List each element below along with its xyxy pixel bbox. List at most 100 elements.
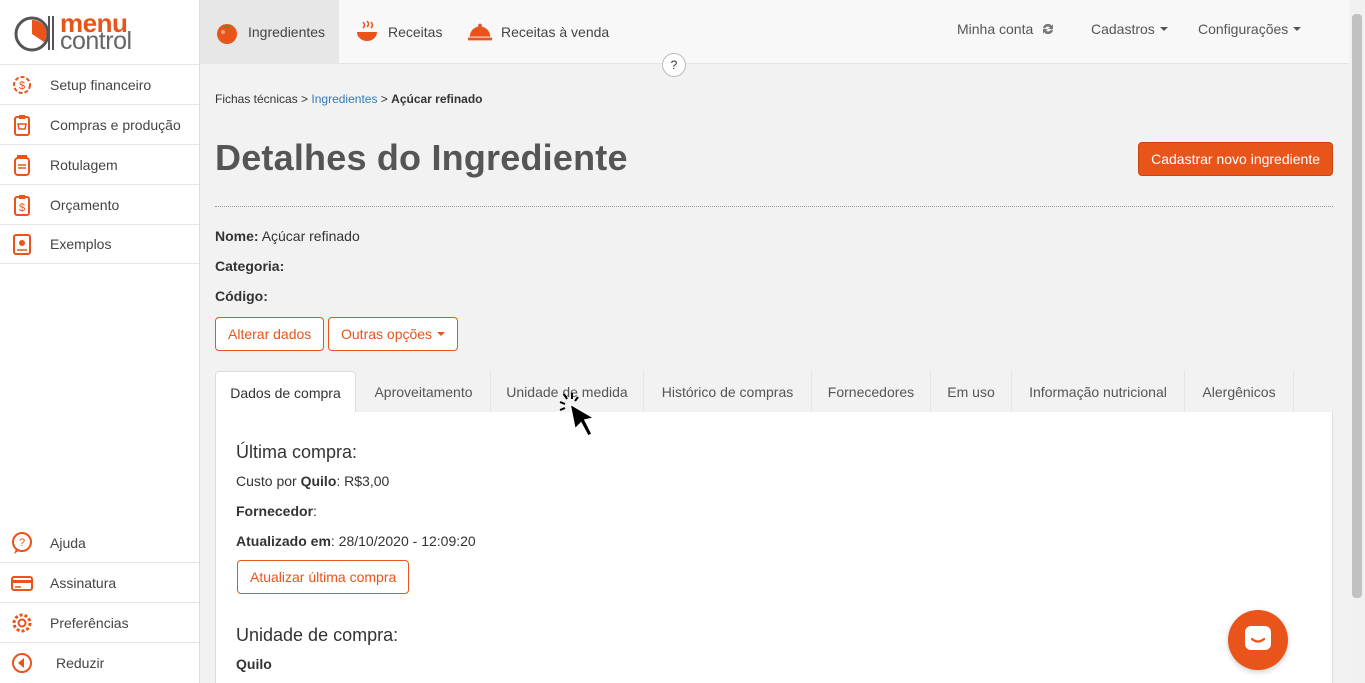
updated-row: Atualizado em: 28/10/2020 - 12:09:20 <box>236 533 476 549</box>
other-options-button[interactable]: Outras opções <box>328 317 459 351</box>
tab-dados-compra[interactable]: Dados de compra <box>215 371 356 414</box>
purchase-unit-title: Unidade de compra: <box>236 625 399 645</box>
nav-tab-receitas-venda[interactable]: Receitas à venda <box>467 0 609 64</box>
logo-text-control: control <box>60 27 132 55</box>
field-code-label: Código: <box>215 288 268 304</box>
last-purchase-title: Última compra: <box>236 442 358 462</box>
breadcrumb-separator: > <box>301 92 309 106</box>
breadcrumb-root[interactable]: Fichas técnicas <box>215 92 298 106</box>
tab-alergenicos[interactable]: Alergênicos <box>1185 371 1294 413</box>
logo-mark-icon <box>14 12 54 52</box>
sidebar-item-rotulagem[interactable]: Rotulagem <box>0 144 199 184</box>
cost-value: : R$3,00 <box>336 473 390 489</box>
new-ingredient-button[interactable]: Cadastrar novo ingrediente <box>1138 142 1333 176</box>
shopping-clipboard-icon <box>10 113 34 137</box>
svg-text:$: $ <box>19 202 25 214</box>
tab-aproveitamento[interactable]: Aproveitamento <box>357 371 491 413</box>
chat-icon <box>1243 624 1273 657</box>
sidebar-item-label: Orçamento <box>50 196 120 213</box>
cooking-pot-icon <box>354 19 380 45</box>
main-content: Fichas técnicas > Ingredientes > Açúcar … <box>215 65 1333 683</box>
nav-tab-ingredientes[interactable]: Ingredientes <box>200 0 339 64</box>
chevron-down-icon <box>1159 27 1168 31</box>
sidebar: menu control $ Setup financeiro Compras … <box>0 0 200 683</box>
edit-data-button[interactable]: Alterar dados <box>215 317 325 351</box>
other-options-label: Outras opções <box>341 326 433 342</box>
credit-card-icon <box>10 571 34 595</box>
tab-em-uso[interactable]: Em uso <box>931 371 1012 413</box>
supplier-label: Fornecedor <box>236 503 314 519</box>
gear-icon <box>10 611 34 635</box>
cost-row: Custo por Quilo: R$3,00 <box>236 473 389 489</box>
field-category-label: Categoria: <box>215 258 285 274</box>
label-jar-icon <box>10 153 34 177</box>
field-name-label: Nome: <box>215 228 259 244</box>
nav-tab-label: Receitas <box>388 24 443 40</box>
supplier-row: Fornecedor: <box>236 503 317 519</box>
svg-text:$: $ <box>19 80 25 92</box>
configuracoes-label: Configurações <box>1198 21 1289 37</box>
sidebar-item-ajuda[interactable]: ? Ajuda <box>0 523 199 563</box>
cadastros-dropdown[interactable]: Cadastros <box>1091 0 1168 58</box>
supplier-suffix: : <box>313 503 317 519</box>
app-root: menu control $ Setup financeiro Compras … <box>0 0 1365 683</box>
purchase-unit-value: Quilo <box>236 656 272 672</box>
account-menu[interactable]: Minha conta <box>957 0 1056 58</box>
scrollbar-thumb[interactable] <box>1352 14 1362 598</box>
updated-label: Atualizado em <box>236 533 331 549</box>
sidebar-item-label: Exemplos <box>50 236 112 252</box>
chevron-down-icon <box>1293 27 1302 31</box>
field-name: Nome: Açúcar refinado <box>215 228 360 244</box>
cloche-icon <box>467 19 493 45</box>
sidebar-item-label: Assinatura <box>50 574 117 591</box>
breadcrumb: Fichas técnicas > Ingredientes > Açúcar … <box>215 92 483 106</box>
configuracoes-dropdown[interactable]: Configurações <box>1198 0 1302 58</box>
tab-panel-dados-compra: Última compra: Custo por Quilo: R$3,00 F… <box>215 412 1333 683</box>
field-code: Código: <box>215 288 268 304</box>
budget-clipboard-icon: $ <box>10 193 34 217</box>
divider <box>215 206 1333 207</box>
nav-tab-receitas[interactable]: Receitas <box>354 0 442 64</box>
breadcrumb-separator: > <box>380 92 388 106</box>
collapse-left-icon <box>10 651 34 675</box>
tomato-icon <box>214 19 240 45</box>
breadcrumb-current: Açúcar refinado <box>391 92 483 106</box>
refresh-icon <box>1040 21 1056 37</box>
sidebar-item-label: Rotulagem <box>50 156 118 173</box>
tab-historico-compras[interactable]: Histórico de compras <box>644 371 812 413</box>
update-last-purchase-button[interactable]: Atualizar última compra <box>237 560 410 594</box>
sidebar-item-reduzir[interactable]: Reduzir <box>0 643 199 683</box>
cost-prefix: Custo por <box>236 473 297 489</box>
sidebar-item-label: Preferências <box>50 614 129 631</box>
svg-text:?: ? <box>19 537 25 549</box>
sidebar-item-label: Reduzir <box>56 655 105 671</box>
detail-tabs: Dados de compra Aproveitamento Unidade d… <box>215 371 1333 414</box>
nav-tab-label: Ingredientes <box>248 24 326 40</box>
sidebar-item-exemplos[interactable]: Exemplos <box>0 224 199 264</box>
chat-widget-button[interactable] <box>1228 610 1288 670</box>
dollar-gear-icon: $ <box>10 73 34 97</box>
sidebar-item-assinatura[interactable]: Assinatura <box>0 563 199 603</box>
sidebar-item-compras-producao[interactable]: Compras e produção <box>0 104 199 144</box>
sidebar-item-preferencias[interactable]: Preferências <box>0 603 199 643</box>
sidebar-item-label: Setup financeiro <box>50 76 152 93</box>
mouse-pointer-icon <box>558 392 608 442</box>
logo[interactable]: menu control <box>0 0 199 64</box>
sidebar-item-label: Ajuda <box>50 534 86 551</box>
top-navbar: Ingredientes Receitas Receitas à venda M… <box>200 0 1349 64</box>
page-scrollbar[interactable] <box>1349 0 1365 683</box>
account-label: Minha conta <box>957 21 1034 37</box>
tab-informacao-nutricional[interactable]: Informação nutricional <box>1012 371 1185 413</box>
tab-fornecedores[interactable]: Fornecedores <box>812 371 931 413</box>
sidebar-item-setup-financeiro[interactable]: $ Setup financeiro <box>0 64 199 104</box>
updated-value: : 28/10/2020 - 12:09:20 <box>330 533 476 549</box>
field-name-value: Açúcar refinado <box>261 228 360 244</box>
cadastros-label: Cadastros <box>1091 21 1155 37</box>
chevron-down-icon <box>437 332 446 336</box>
sidebar-item-orcamento[interactable]: $ Orçamento <box>0 184 199 224</box>
help-bubble-icon: ? <box>10 531 34 555</box>
breadcrumb-link-ingredientes[interactable]: Ingredientes <box>311 92 377 106</box>
book-icon <box>10 232 34 256</box>
cost-unit: Quilo <box>300 473 337 489</box>
nav-tab-label: Receitas à venda <box>501 24 610 40</box>
